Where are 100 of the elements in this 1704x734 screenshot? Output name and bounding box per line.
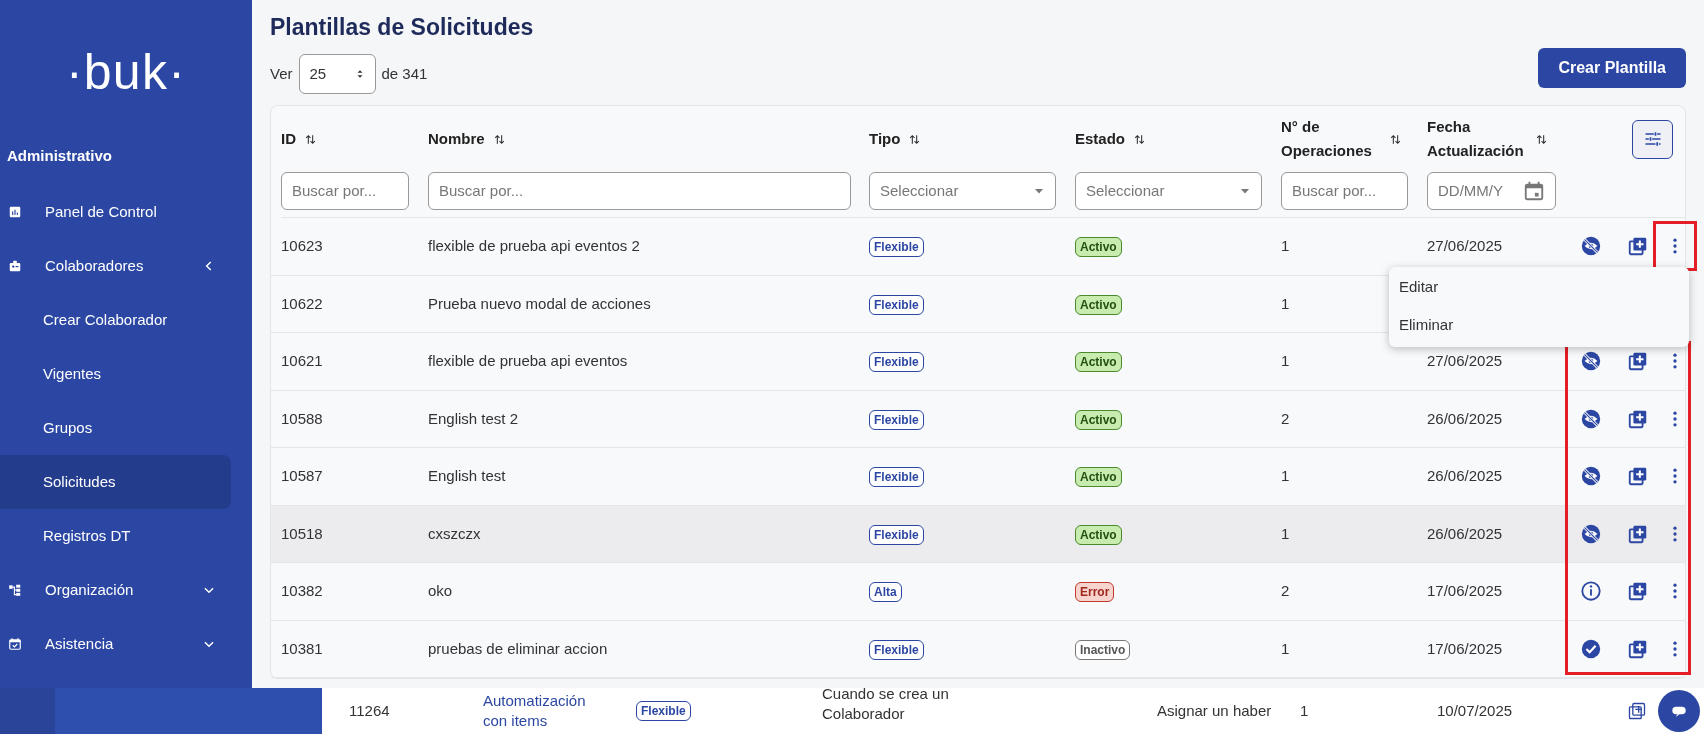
status-tag: Activo — [1075, 237, 1122, 258]
type-tag: Flexible — [869, 352, 924, 373]
sidebar-item[interactable]: Asistencia — [0, 617, 252, 671]
table-cell-text: 10518 — [281, 523, 324, 544]
status-tag: Inactivo — [1075, 639, 1131, 660]
calendar-icon — [1523, 180, 1545, 202]
section-heading: Administrativo — [6, 146, 113, 166]
duplicate-icon[interactable] — [1627, 350, 1649, 373]
date-field[interactable]: DD/MM/Y — [1427, 172, 1556, 210]
table-cell: 26/06/2025 — [1427, 524, 1503, 542]
table-cell-text: Asignar un haber — [1157, 700, 1272, 721]
type-tag: Flexible — [869, 409, 924, 430]
settings-button[interactable] — [1632, 119, 1673, 159]
sort-icon[interactable] — [908, 132, 922, 146]
table-cell-text: oko — [428, 581, 454, 601]
table-cell-text: English test — [428, 466, 507, 486]
calendar-check-icon — [8, 637, 22, 651]
column-header: Fecha Actualización — [1427, 117, 1525, 161]
status-tag: Activo — [1075, 294, 1122, 315]
page-size-select[interactable]: 25 — [298, 54, 376, 94]
table-cell-text: 1 — [1281, 351, 1291, 371]
type-tag: Flexible — [869, 467, 924, 488]
template-link[interactable]: Automatización con items — [483, 691, 603, 731]
table-cell-text: pruebas de eliminar accion — [428, 638, 609, 659]
table-cell-text: 10382 — [281, 581, 324, 601]
table-cell-text: 10588 — [281, 408, 324, 429]
eye-slash-icon[interactable] — [1580, 235, 1602, 258]
sidebar-item[interactable]: Grupos — [0, 401, 231, 455]
filter-field[interactable]: Buscar por... — [281, 172, 409, 210]
eye-slash-icon[interactable] — [1580, 407, 1602, 430]
table-cell-text: 2 — [1281, 408, 1291, 429]
check-circle-icon[interactable] — [1580, 637, 1602, 660]
menu-item[interactable]: Eliminar — [1389, 306, 1689, 345]
table-cell-text: English test 2 — [428, 408, 520, 429]
type-tag: Flexible — [869, 524, 924, 545]
type-tag: Flexible — [869, 639, 924, 660]
sidebar-item[interactable]: Crear Colaborador — [0, 293, 231, 347]
sidebar-item[interactable]: Colaboradores — [0, 239, 252, 293]
type-tag: Flexible — [869, 294, 924, 315]
table-cell-text: 10623 — [281, 236, 324, 256]
table-cell-text: 1 — [1281, 466, 1291, 486]
eye-slash-icon[interactable] — [1580, 465, 1602, 488]
column-header: Tipo — [869, 128, 901, 149]
eye-slash-icon[interactable] — [1580, 350, 1602, 373]
table-cell-text: 10587 — [281, 466, 324, 486]
status-tag: Activo — [1075, 352, 1122, 373]
eye-slash-icon[interactable] — [1580, 522, 1602, 545]
column-header: Nombre — [428, 128, 485, 149]
table-cell-text: flexible de prueba api eventos — [428, 351, 629, 371]
duplicate-icon[interactable] — [1627, 580, 1649, 603]
filter-select[interactable]: Seleccionar — [869, 172, 1056, 210]
sidebar-item[interactable]: Registros DT — [0, 509, 231, 563]
sidebar-item[interactable]: Panel de Control — [0, 185, 252, 239]
table-cell: 26/06/2025 — [1427, 467, 1503, 485]
sort-icon[interactable] — [304, 132, 317, 146]
filter-field[interactable]: Buscar por... — [428, 172, 851, 210]
sort-icon[interactable] — [1535, 132, 1548, 146]
status-tag: Activo — [1075, 524, 1122, 545]
sidebar-item[interactable]: Organización — [0, 563, 252, 617]
status-tag: Error — [1075, 582, 1115, 603]
table-cell: 17/06/2025 — [1427, 582, 1503, 600]
sidebar-item[interactable]: Solicitudes — [0, 455, 231, 509]
table-cell: 26/06/2025 — [1427, 409, 1503, 427]
column-header: N° de Operaciones — [1281, 117, 1373, 161]
table-cell-text: flexible de prueba api eventos 2 — [428, 236, 641, 256]
table-cell-text: 1 — [1281, 638, 1291, 659]
status-tag: Activo — [1075, 409, 1122, 430]
page-count: de 341 — [381, 63, 429, 84]
duplicate-icon[interactable] — [1627, 465, 1649, 488]
type-tag: Alta — [869, 582, 902, 603]
table-cell: 17/06/2025 — [1427, 639, 1503, 657]
table-cell-text: 1 — [1281, 236, 1291, 256]
filter-field[interactable]: Buscar por... — [1281, 172, 1408, 210]
type-tag: Flexible — [869, 237, 924, 258]
filter-select[interactable]: Seleccionar — [1075, 172, 1262, 210]
chat-button[interactable] — [1658, 690, 1700, 732]
table-cell-text: 11264 — [349, 700, 390, 721]
sort-icon[interactable] — [492, 132, 506, 146]
create-template-button[interactable]: Crear Plantilla — [1538, 48, 1686, 88]
menu-item[interactable]: Editar — [1389, 268, 1689, 307]
column-header: Estado — [1075, 128, 1125, 149]
table-cell-text: cxszczx — [428, 523, 482, 544]
sort-icon[interactable] — [1133, 132, 1146, 146]
table-cell-text: 1 — [1281, 523, 1291, 544]
label: Ver — [270, 63, 293, 84]
info-icon[interactable] — [1580, 580, 1602, 603]
table-cell-text: 10621 — [281, 351, 324, 371]
table-cell: 27/06/2025 — [1427, 237, 1503, 255]
table-cell-text: Prueba nuevo modal de acciones — [428, 293, 652, 314]
duplicate-icon[interactable] — [1627, 701, 1647, 721]
status-tag: Activo — [1075, 467, 1122, 488]
type-tag: Flexible — [636, 701, 691, 721]
column-header: ID — [281, 128, 296, 149]
hierarchy-icon — [8, 583, 22, 597]
table-cell-text: Cuando se crea un Colaborador — [822, 684, 950, 724]
sidebar-item[interactable]: Vigentes — [0, 347, 231, 401]
table-cell-text: 1 — [1300, 700, 1309, 721]
sort-icon[interactable] — [1389, 132, 1402, 146]
duplicate-icon[interactable] — [1627, 235, 1649, 258]
table-cell-text: 10381 — [281, 638, 324, 659]
